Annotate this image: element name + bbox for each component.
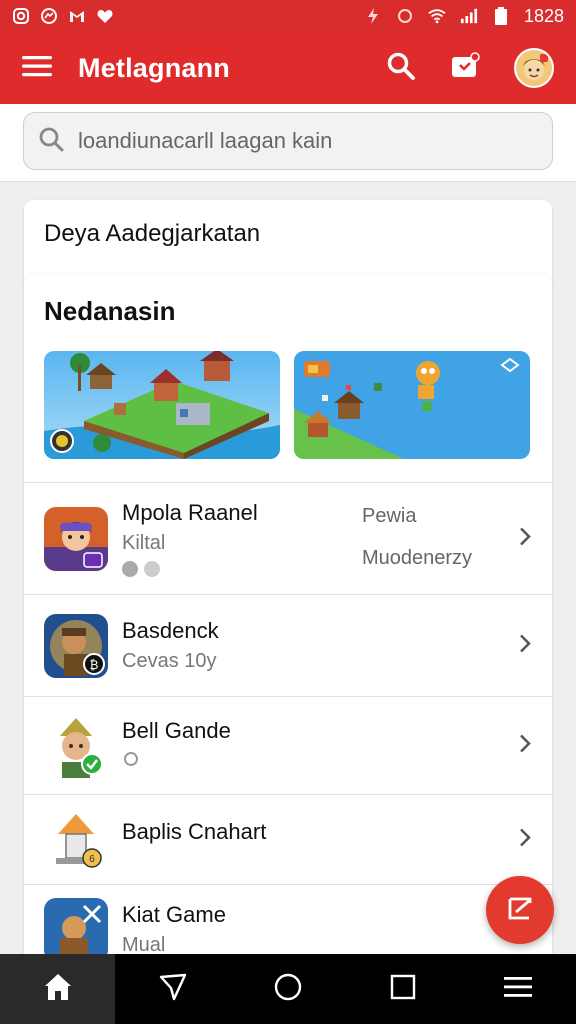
hamburger-menu-icon[interactable] (22, 55, 52, 82)
nav-send-button[interactable] (115, 954, 230, 1024)
list-item[interactable]: Mpola Raanel Kiltal Pewia Muodenerzy (24, 482, 552, 594)
status-bar: 1828 (0, 0, 576, 32)
gmail-icon (68, 7, 86, 25)
heart-icon (96, 7, 114, 25)
app-bar: Metlagnann (0, 32, 576, 104)
chevron-right-icon[interactable] (518, 525, 532, 552)
item-subtitle: Cevas 10y (122, 650, 217, 672)
item-name: Mpola Raanel (122, 500, 258, 525)
banner-island-fields[interactable] (294, 351, 530, 459)
menu-icon (503, 975, 533, 1004)
app-icon-character (44, 506, 108, 571)
send-icon (158, 972, 188, 1007)
game-list: Mpola Raanel Kiltal Pewia Muodenerzy ₿ B… (24, 482, 552, 964)
item-meta-top: Pewia (362, 505, 417, 527)
search-input[interactable]: loandiunacarll laagan kain (23, 112, 553, 170)
avatar[interactable] (514, 48, 554, 88)
item-name: Baplis Cnahart (122, 818, 267, 844)
svg-text:6: 6 (89, 854, 95, 865)
compose-fab-button[interactable] (486, 876, 554, 944)
chevron-right-icon[interactable] (518, 732, 532, 759)
home-icon (42, 972, 74, 1007)
nav-circle-button[interactable] (230, 954, 345, 1024)
item-name: Bell Gande (122, 718, 231, 743)
flash-icon (364, 7, 382, 25)
section-card-label: Deya Aadegjarkatan (44, 220, 261, 247)
bottom-nav (0, 954, 576, 1024)
list-item[interactable]: Bell Gande (24, 696, 552, 794)
search-placeholder: loandiunacarll laagan kain (78, 128, 333, 153)
app-icon-knight (44, 897, 108, 962)
battery-icon (492, 7, 510, 25)
circle-icon (273, 972, 303, 1007)
list-item[interactable]: ₿ Basdenck Cevas 10y (24, 594, 552, 696)
nav-menu-button[interactable] (461, 954, 576, 1024)
item-subtitle: Kiltal (122, 532, 166, 554)
small-badge-icon (122, 752, 140, 772)
svg-text:₿: ₿ (90, 658, 99, 672)
featured-card: Nedanasin Mpola Raanel Kiltal Pewia Muod… (24, 274, 552, 964)
chevron-right-icon[interactable] (518, 632, 532, 659)
status-time: 1828 (523, 5, 564, 26)
search-area: loandiunacarll laagan kain (0, 104, 576, 182)
featured-heading: Nedanasin (44, 296, 176, 326)
app-title: Metlagnann (78, 52, 231, 83)
item-name: Kiat Game (122, 902, 226, 927)
app-icon-elf (44, 713, 108, 778)
search-icon[interactable] (386, 51, 416, 86)
item-name: Basdenck (122, 618, 219, 643)
vibrate-icon (396, 7, 414, 25)
instagram-icon (12, 7, 30, 25)
rating-dots (122, 561, 258, 577)
app-icon-tower: 6 (44, 807, 108, 872)
compose-icon (505, 893, 535, 928)
signal-icon (460, 7, 478, 25)
square-icon (389, 973, 417, 1006)
nav-home-button[interactable] (0, 954, 116, 1024)
search-field-icon (38, 126, 64, 157)
messenger-icon (40, 7, 58, 25)
chevron-right-icon[interactable] (518, 826, 532, 853)
notification-icon[interactable] (450, 51, 480, 85)
wifi-icon (428, 7, 446, 25)
app-icon-warrior: ₿ (44, 613, 108, 678)
banner-island-village[interactable] (44, 351, 280, 459)
list-item[interactable]: 6 Baplis Cnahart (24, 794, 552, 884)
nav-square-button[interactable] (346, 954, 461, 1024)
list-item[interactable]: Kiat Game Mual (24, 884, 552, 964)
item-meta-bottom: Muodenerzy (362, 547, 473, 569)
